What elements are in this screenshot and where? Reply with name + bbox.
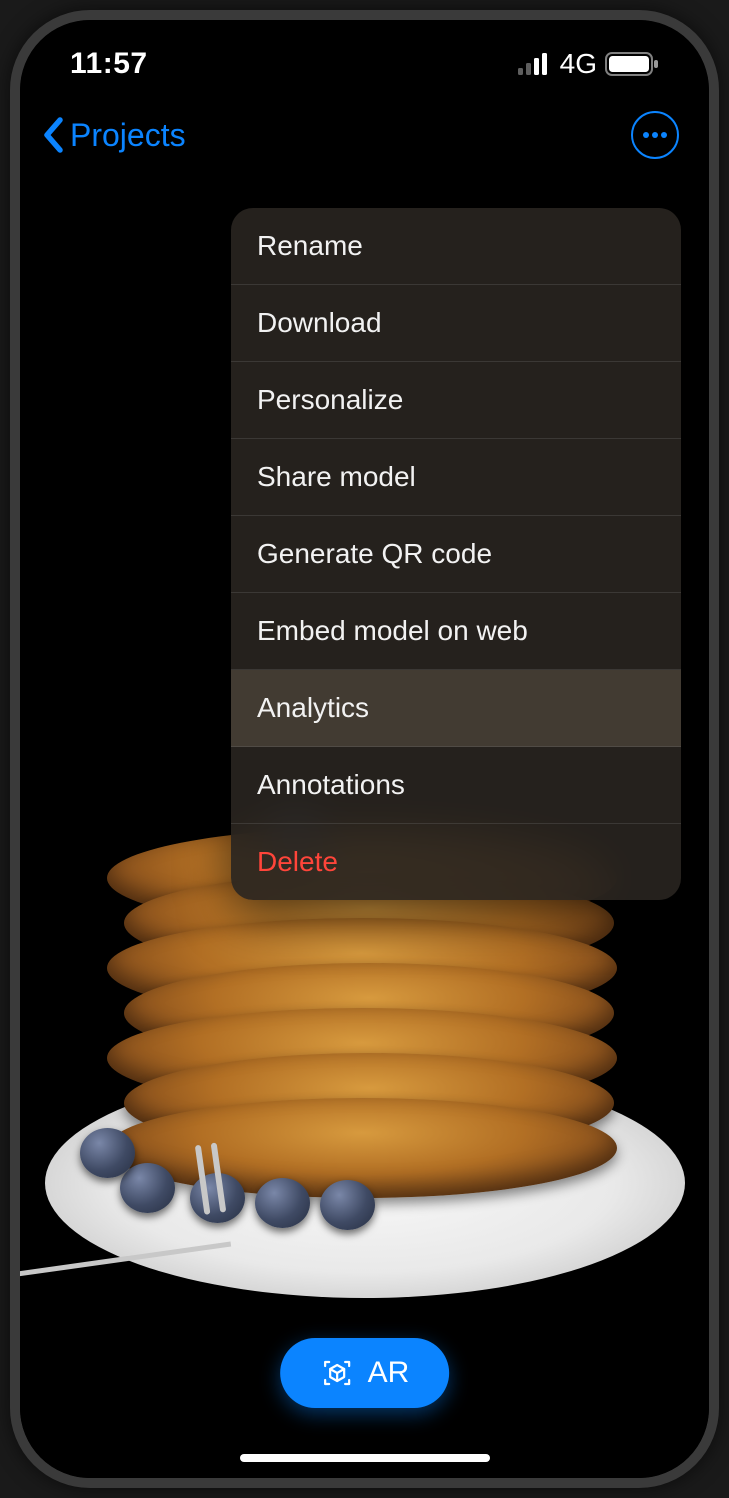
menu-item-embed-model-on-web[interactable]: Embed model on web <box>231 593 681 670</box>
cellular-signal-icon <box>518 53 552 75</box>
status-right: 4G <box>518 48 659 80</box>
phone-frame: 11:57 4G <box>10 10 719 1488</box>
back-label: Projects <box>70 117 186 154</box>
context-menu: RenameDownloadPersonalizeShare modelGene… <box>231 208 681 900</box>
menu-item-delete[interactable]: Delete <box>231 824 681 900</box>
model-berry-shape <box>255 1178 310 1228</box>
menu-item-generate-qr-code[interactable]: Generate QR code <box>231 516 681 593</box>
battery-icon <box>605 52 659 76</box>
more-options-button[interactable] <box>631 111 679 159</box>
chevron-left-icon <box>40 116 66 154</box>
ar-button[interactable]: AR <box>280 1338 450 1408</box>
status-bar: 11:57 4G <box>20 20 709 100</box>
ar-cube-icon <box>320 1356 354 1390</box>
menu-item-download[interactable]: Download <box>231 285 681 362</box>
menu-item-annotations[interactable]: Annotations <box>231 747 681 824</box>
menu-item-share-model[interactable]: Share model <box>231 439 681 516</box>
ellipsis-icon <box>642 131 668 139</box>
menu-item-rename[interactable]: Rename <box>231 208 681 285</box>
nav-bar: Projects <box>20 100 709 180</box>
ar-button-label: AR <box>368 1356 410 1390</box>
network-type-label: 4G <box>560 48 597 80</box>
back-button[interactable]: Projects <box>40 116 186 154</box>
home-indicator[interactable] <box>240 1454 490 1462</box>
model-berry-shape <box>320 1180 375 1230</box>
menu-item-personalize[interactable]: Personalize <box>231 362 681 439</box>
menu-item-analytics[interactable]: Analytics <box>231 670 681 747</box>
status-time: 11:57 <box>70 47 148 81</box>
screen: 11:57 4G <box>20 20 709 1478</box>
content-area: RenameDownloadPersonalizeShare modelGene… <box>20 180 709 1478</box>
